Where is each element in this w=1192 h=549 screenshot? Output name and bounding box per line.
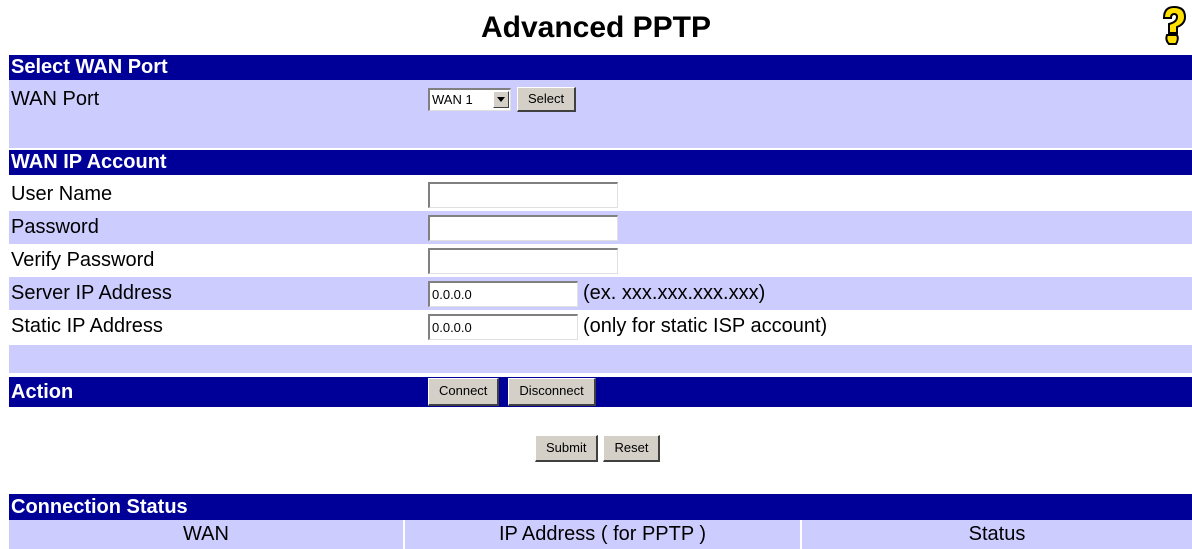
password-label: Password <box>11 216 99 238</box>
action-label: Action <box>11 381 74 403</box>
connection-status-header: Connection Status <box>9 494 1192 520</box>
static-ip-label: Static IP Address <box>11 315 163 337</box>
select-wan-header: Select WAN Port <box>9 55 1192 80</box>
page-title: Advanced PPTP <box>480 11 712 44</box>
wan-port-row: WAN Port WAN 1 Select <box>9 80 1192 118</box>
static-ip-row: Static IP Address (only for static ISP a… <box>9 310 1192 343</box>
verify-password-input[interactable] <box>428 247 618 274</box>
column-header-wan: WAN <box>9 520 405 549</box>
submit-button[interactable]: Submit <box>535 435 599 462</box>
server-ip-hint: (ex. xxx.xxx.xxx.xxx) <box>583 282 766 304</box>
password-row: Password <box>9 211 1192 244</box>
static-ip-hint: (only for static ISP account) <box>583 315 828 337</box>
wan-port-select[interactable]: WAN 1 <box>428 87 511 111</box>
column-header-status: Status <box>968 523 1026 545</box>
username-label: User Name <box>11 183 113 205</box>
username-input[interactable] <box>428 181 618 208</box>
spacer-row-2 <box>9 345 1192 373</box>
verify-password-row: Verify Password <box>9 244 1192 277</box>
static-ip-input[interactable] <box>428 313 578 340</box>
verify-password-label: Verify Password <box>11 249 155 271</box>
help-icon[interactable] <box>1156 4 1190 46</box>
chevron-down-icon[interactable] <box>493 91 509 108</box>
server-ip-input[interactable] <box>428 280 578 307</box>
password-input[interactable] <box>428 214 618 241</box>
wan-port-label: WAN Port <box>11 88 100 110</box>
connect-button[interactable]: Connect <box>428 378 500 406</box>
form-buttons: Submit Reset <box>535 435 661 462</box>
wan-ip-account-header: WAN IP Account <box>9 150 1192 175</box>
username-row: User Name <box>9 178 1192 211</box>
reset-button[interactable]: Reset <box>603 435 661 462</box>
server-ip-label: Server IP Address <box>11 282 172 304</box>
select-button[interactable]: Select <box>517 86 577 112</box>
spacer-row <box>9 118 1192 148</box>
wan-port-selected: WAN 1 <box>432 92 473 107</box>
action-row: Action Connect Disconnect <box>9 377 1192 407</box>
disconnect-button[interactable]: Disconnect <box>508 378 596 406</box>
server-ip-row: Server IP Address (ex. xxx.xxx.xxx.xxx) <box>9 277 1192 310</box>
column-header-ip-address: IP Address ( for PPTP ) <box>405 520 802 549</box>
status-table-header: WAN IP Address ( for PPTP ) Status <box>9 520 1192 549</box>
